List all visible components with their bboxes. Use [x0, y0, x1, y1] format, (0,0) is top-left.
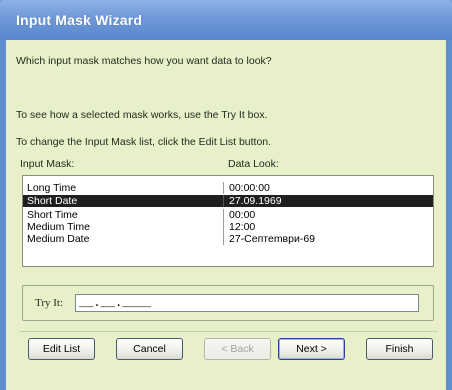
try-it-instruction: To see how a selected mask works, use th…	[16, 109, 268, 121]
list-item[interactable]: Medium Date 27-Септеmври-69	[23, 233, 433, 245]
column-divider	[223, 221, 224, 233]
list-item-selected[interactable]: Short Date 27.09.1969	[23, 195, 433, 207]
column-divider	[223, 209, 224, 221]
try-it-label: Try It:	[35, 297, 64, 309]
edit-list-instruction: To change the Input Mask list, click the…	[16, 136, 272, 148]
list-item-mask: Medium Date	[27, 233, 90, 245]
column-divider	[223, 233, 224, 245]
finish-button[interactable]: Finish	[366, 338, 433, 360]
column-divider	[223, 182, 224, 194]
edit-list-button[interactable]: Edit List	[28, 338, 95, 360]
cancel-button[interactable]: Cancel	[116, 338, 183, 360]
column-divider	[223, 195, 224, 207]
list-item-look: 12:00	[229, 221, 256, 233]
try-it-group: Try It:	[22, 285, 434, 321]
prompt-text: Which input mask matches how you want da…	[16, 55, 272, 67]
list-item-mask: Short Time	[27, 209, 78, 221]
list-item-mask: Medium Time	[27, 221, 91, 233]
list-item[interactable]: Medium Time 12:00	[23, 221, 433, 233]
list-item-look: 27.09.1969	[229, 195, 282, 207]
title-bar: Input Mask Wizard	[0, 0, 452, 40]
wizard-window: Input Mask Wizard Which input mask match…	[0, 0, 452, 390]
list-item-look: 00:00:00	[229, 182, 270, 194]
back-button[interactable]: < Back	[204, 338, 271, 360]
list-item-mask: Long Time	[27, 182, 77, 194]
column-header-input-mask: Input Mask:	[20, 158, 75, 170]
next-button[interactable]: Next >	[278, 338, 345, 360]
list-item[interactable]: Long Time 00:00:00	[23, 182, 433, 194]
button-divider	[20, 331, 438, 332]
try-it-input[interactable]	[75, 294, 419, 312]
list-item-look: 27-Септеmври-69	[229, 233, 316, 245]
column-header-data-look: Data Look:	[228, 158, 279, 170]
list-item-look: 00:00	[229, 209, 256, 221]
input-mask-list[interactable]: Long Time 00:00:00 Short Date 27.09.1969…	[22, 175, 434, 267]
window-title: Input Mask Wizard	[16, 12, 143, 28]
list-item-mask: Short Date	[27, 195, 78, 207]
list-item[interactable]: Short Time 00:00	[23, 209, 433, 221]
